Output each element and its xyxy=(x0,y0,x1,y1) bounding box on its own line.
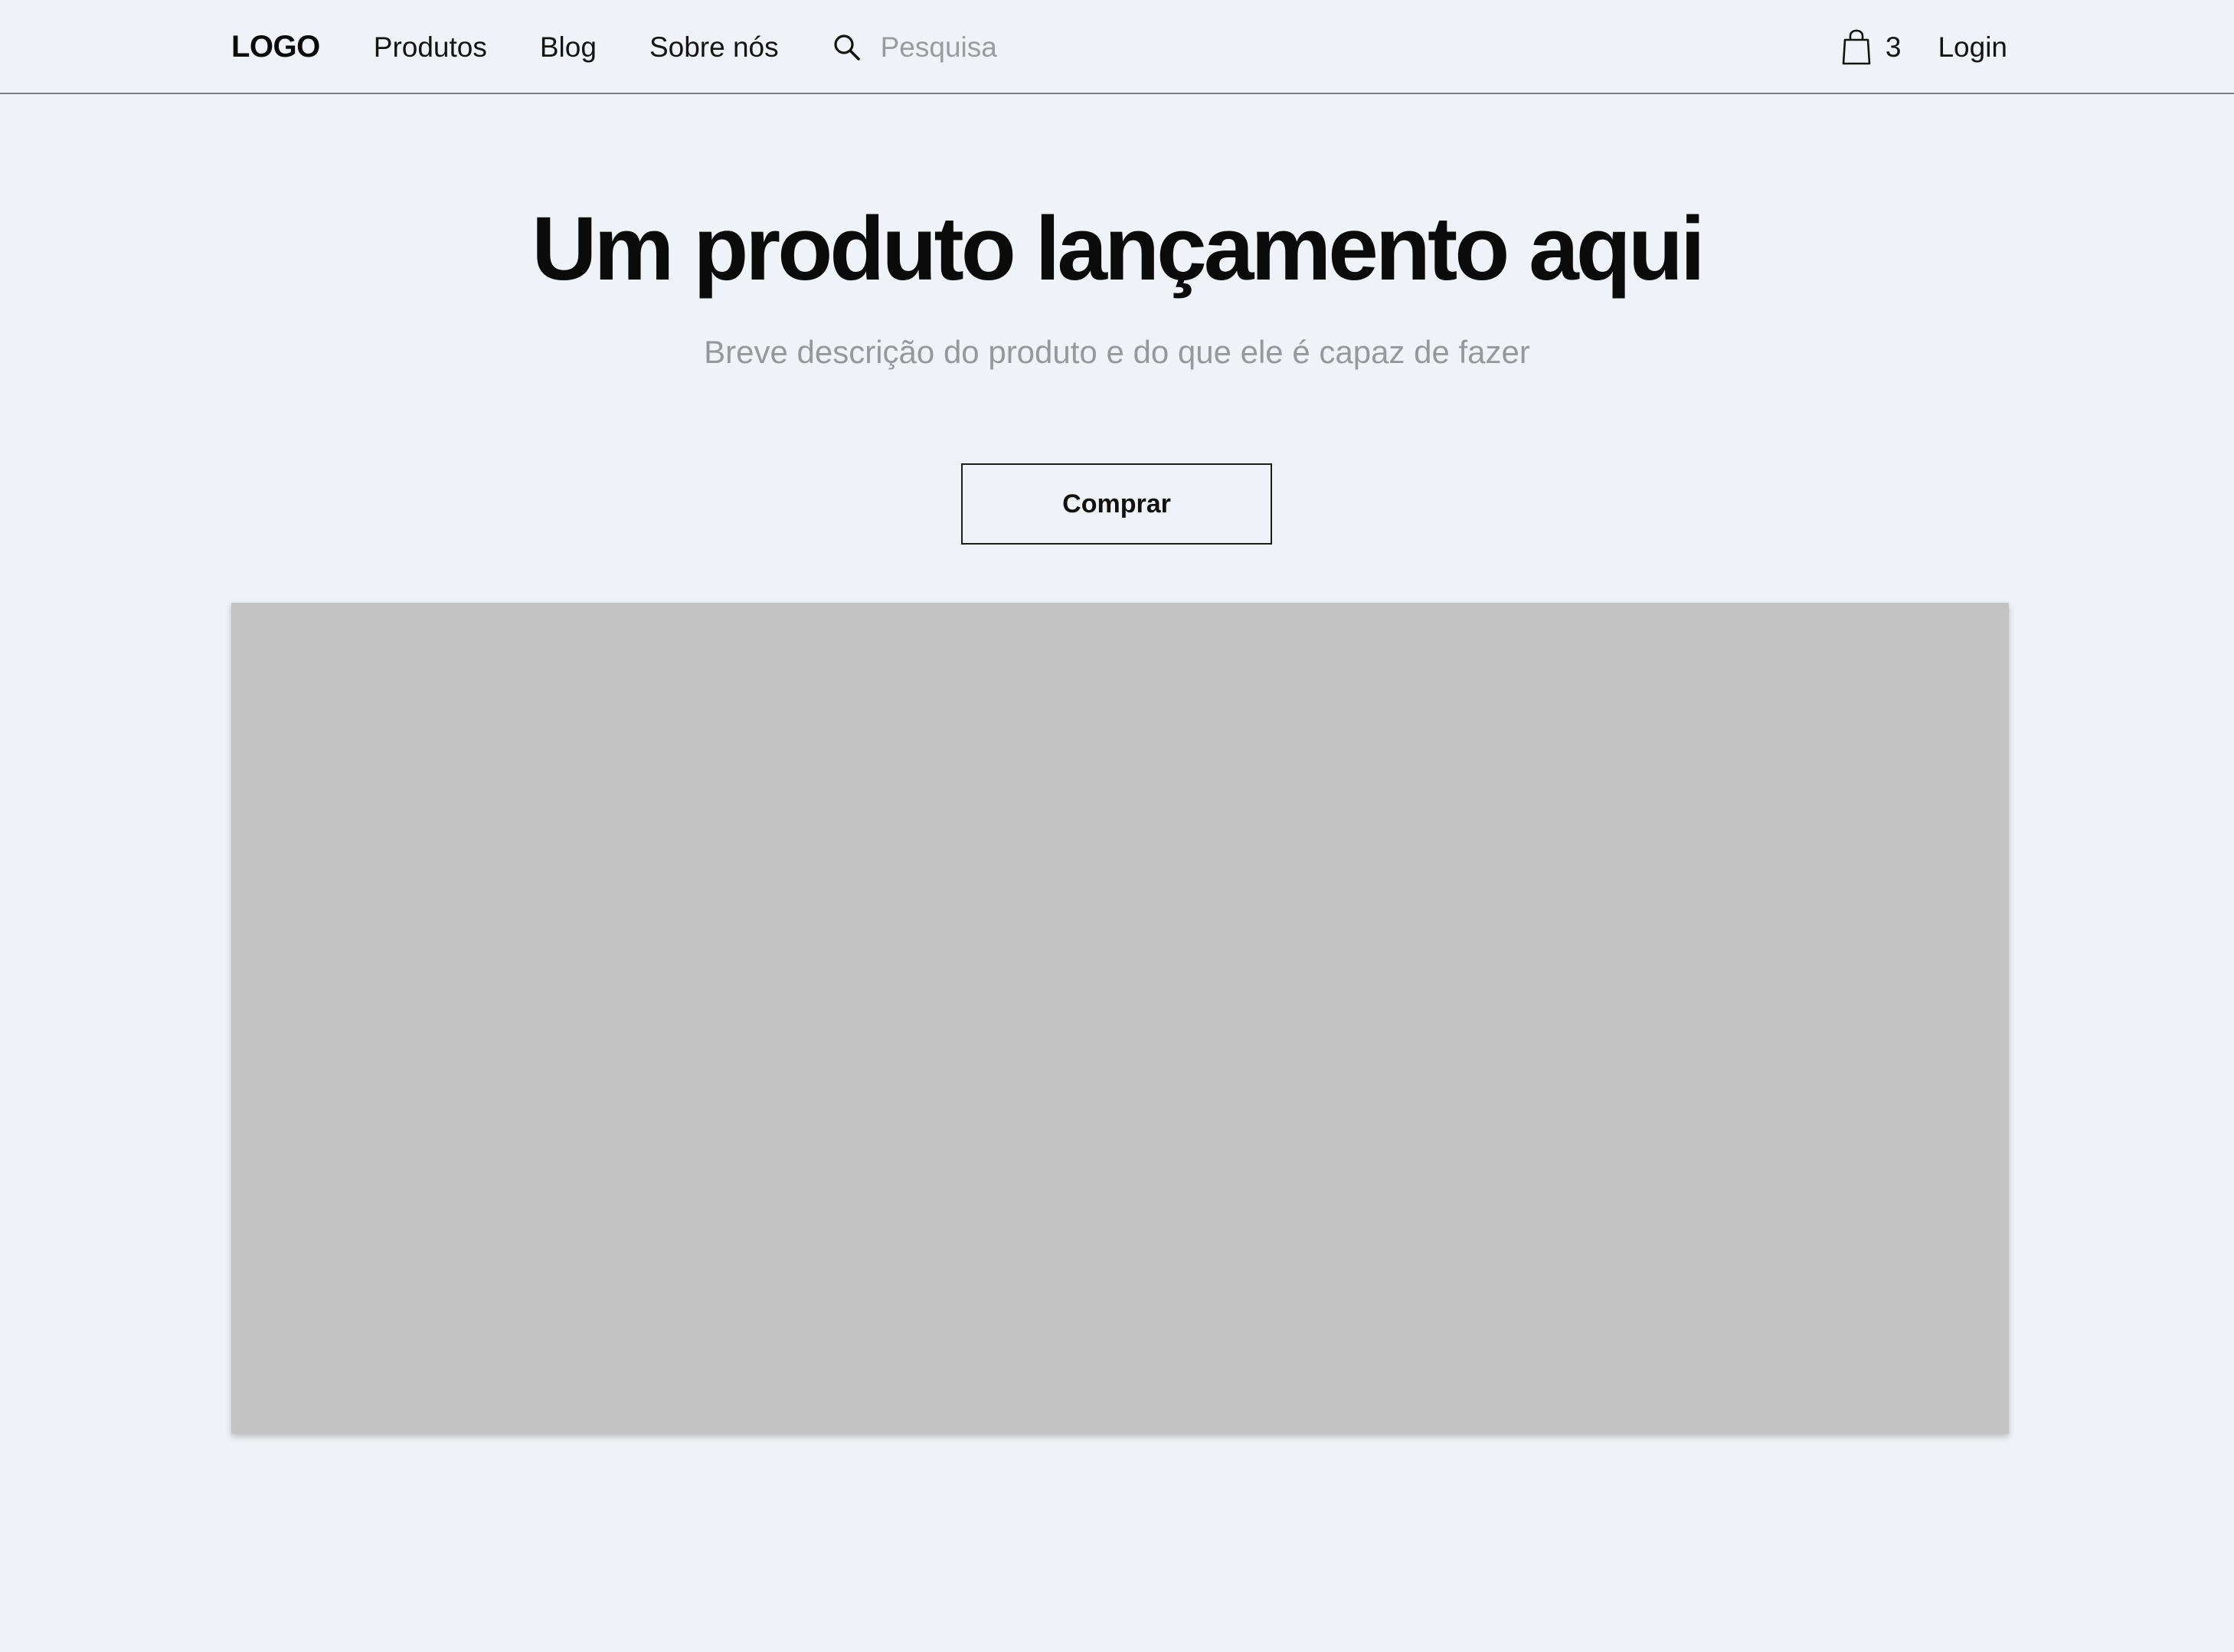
cart-count: 3 xyxy=(1885,31,1902,63)
shopping-bag-icon xyxy=(1841,29,1872,66)
nav-right: 3 Login xyxy=(1841,29,2007,66)
search-input[interactable] xyxy=(880,31,1126,64)
nav-link-sobre-nos[interactable]: Sobre nós xyxy=(649,31,779,64)
login-link[interactable]: Login xyxy=(1938,31,2007,64)
buy-button[interactable]: Comprar xyxy=(961,463,1272,545)
navbar-inner: LOGO Produtos Blog Sobre nós 3 xyxy=(231,0,2007,94)
search-icon[interactable] xyxy=(832,32,862,63)
product-image-placeholder xyxy=(231,603,2009,1434)
search-bar xyxy=(832,31,1126,64)
nav-link-produtos[interactable]: Produtos xyxy=(374,31,487,64)
logo[interactable]: LOGO xyxy=(231,30,320,64)
nav-link-blog[interactable]: Blog xyxy=(540,31,597,64)
hero-title: Um produto lançamento aqui xyxy=(532,198,1705,299)
hero-description: Breve descrição do produto e do que ele … xyxy=(704,334,1530,370)
navbar: LOGO Produtos Blog Sobre nós 3 xyxy=(0,0,2234,94)
cart-button[interactable]: 3 xyxy=(1841,29,1902,66)
